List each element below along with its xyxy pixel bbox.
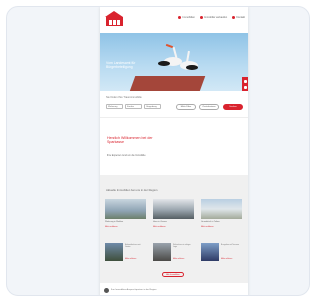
sparkasse-logo-icon[interactable]	[105, 11, 124, 26]
listing-photo	[201, 243, 219, 261]
more-filter-button[interactable]: Mehr Filter	[176, 104, 196, 110]
listing-more-link[interactable]: Mehr erfahren	[105, 226, 118, 228]
listing-more-link[interactable]: Mehr erfahren	[173, 258, 184, 260]
house-icon	[199, 16, 203, 19]
listings-section: Aktuelle Immobilien bei uns in der Regio…	[100, 175, 248, 283]
welcome-text: Ihre Experten rund um die Immobilie	[107, 154, 146, 157]
side-contact-tab[interactable]	[242, 77, 248, 91]
contact-strip: Ihre Immobilien-Ansprechpartner in der R…	[100, 283, 248, 296]
divider	[198, 295, 212, 296]
divider	[120, 295, 134, 296]
listing-caption: Haus in Zossen	[153, 221, 167, 223]
site-header: Immobilien Immobilie verkaufen Kontakt	[100, 7, 248, 33]
listing-photo	[105, 199, 146, 219]
listing-photo	[153, 199, 194, 219]
listing-card[interactable]: Haus in Zossen Mehr erfahren	[153, 199, 194, 233]
listing-photo	[105, 243, 123, 261]
phone-icon	[243, 86, 247, 89]
listing-caption: Einfamilienhaus mit Garten	[125, 244, 141, 249]
listing-thumb[interactable]: Einfamilienhaus mit Garten Mehr erfahren	[105, 243, 146, 265]
listings-heading: Aktuelle Immobilien bei uns in der Regio…	[106, 188, 158, 192]
listing-card[interactable]: Grundstück in Teltow Mehr erfahren	[201, 199, 242, 233]
preview-card: Immobilien Immobilie verkaufen Kontakt V…	[6, 6, 310, 296]
all-listings-button[interactable]: Alle Immobilien	[162, 272, 184, 277]
top-navigation: Immobilien Immobilie verkaufen Kontakt	[178, 16, 245, 19]
buy-select[interactable]: Kaufen	[125, 104, 142, 109]
divider	[172, 295, 186, 296]
search-title: Sie finden Ihre Traumimmobilie	[106, 96, 142, 99]
roof-image	[128, 76, 206, 91]
mail-icon	[243, 80, 247, 83]
nav-link-kontakt[interactable]: Kontakt	[232, 16, 245, 19]
listing-more-link[interactable]: Mehr erfahren	[221, 258, 232, 260]
welcome-section: Herzlich Willkommen bei der Sparkasse Ih…	[100, 117, 248, 175]
nav-link-immobilien[interactable]: Immobilien	[178, 16, 195, 19]
listing-thumb[interactable]: Bungalow mit Terrasse Mehr erfahren	[201, 243, 242, 265]
type-select[interactable]: Wohnung	[106, 104, 123, 109]
phone-icon	[232, 16, 236, 19]
hero-tagline: Vom Landesamt für Bürgerbeteiligung	[106, 61, 136, 70]
contact-strip-text: Ihre Immobilien-Ansprechpartner in der R…	[111, 289, 157, 291]
welcome-heading: Herzlich Willkommen bei der Sparkasse	[107, 136, 153, 145]
listing-caption: Wohnung in Mahlow	[105, 221, 124, 223]
location-icon	[178, 16, 182, 19]
website-page: Immobilien Immobilie verkaufen Kontakt V…	[100, 7, 248, 296]
listing-caption: Reihenhaus in ruhiger Lage	[173, 244, 191, 249]
listing-caption: Bungalow mit Terrasse	[221, 244, 240, 246]
listing-caption: Grundstück in Teltow	[201, 221, 220, 223]
search-panel: Sie finden Ihre Traumimmobilie Wohnung K…	[100, 91, 248, 117]
listing-thumb[interactable]: Reihenhaus in ruhiger Lage Mehr erfahren	[153, 243, 194, 265]
listing-more-link[interactable]: Mehr erfahren	[125, 258, 136, 260]
area-select[interactable]: Umgebung	[144, 104, 161, 109]
listing-photo	[153, 243, 171, 261]
hero-banner: Vom Landesamt für Bürgerbeteiligung	[100, 33, 248, 91]
avatar	[104, 288, 109, 293]
listing-photo	[201, 199, 242, 219]
search-button[interactable]: Suchen	[223, 104, 243, 110]
listing-more-link[interactable]: Mehr erfahren	[153, 226, 166, 228]
nav-link-verkaufen[interactable]: Immobilie verkaufen	[199, 16, 227, 19]
divider	[146, 295, 160, 296]
reset-button[interactable]: Zurücksetzen	[199, 104, 219, 110]
listing-card[interactable]: Wohnung in Mahlow Mehr erfahren	[105, 199, 146, 233]
listing-more-link[interactable]: Mehr erfahren	[201, 226, 214, 228]
